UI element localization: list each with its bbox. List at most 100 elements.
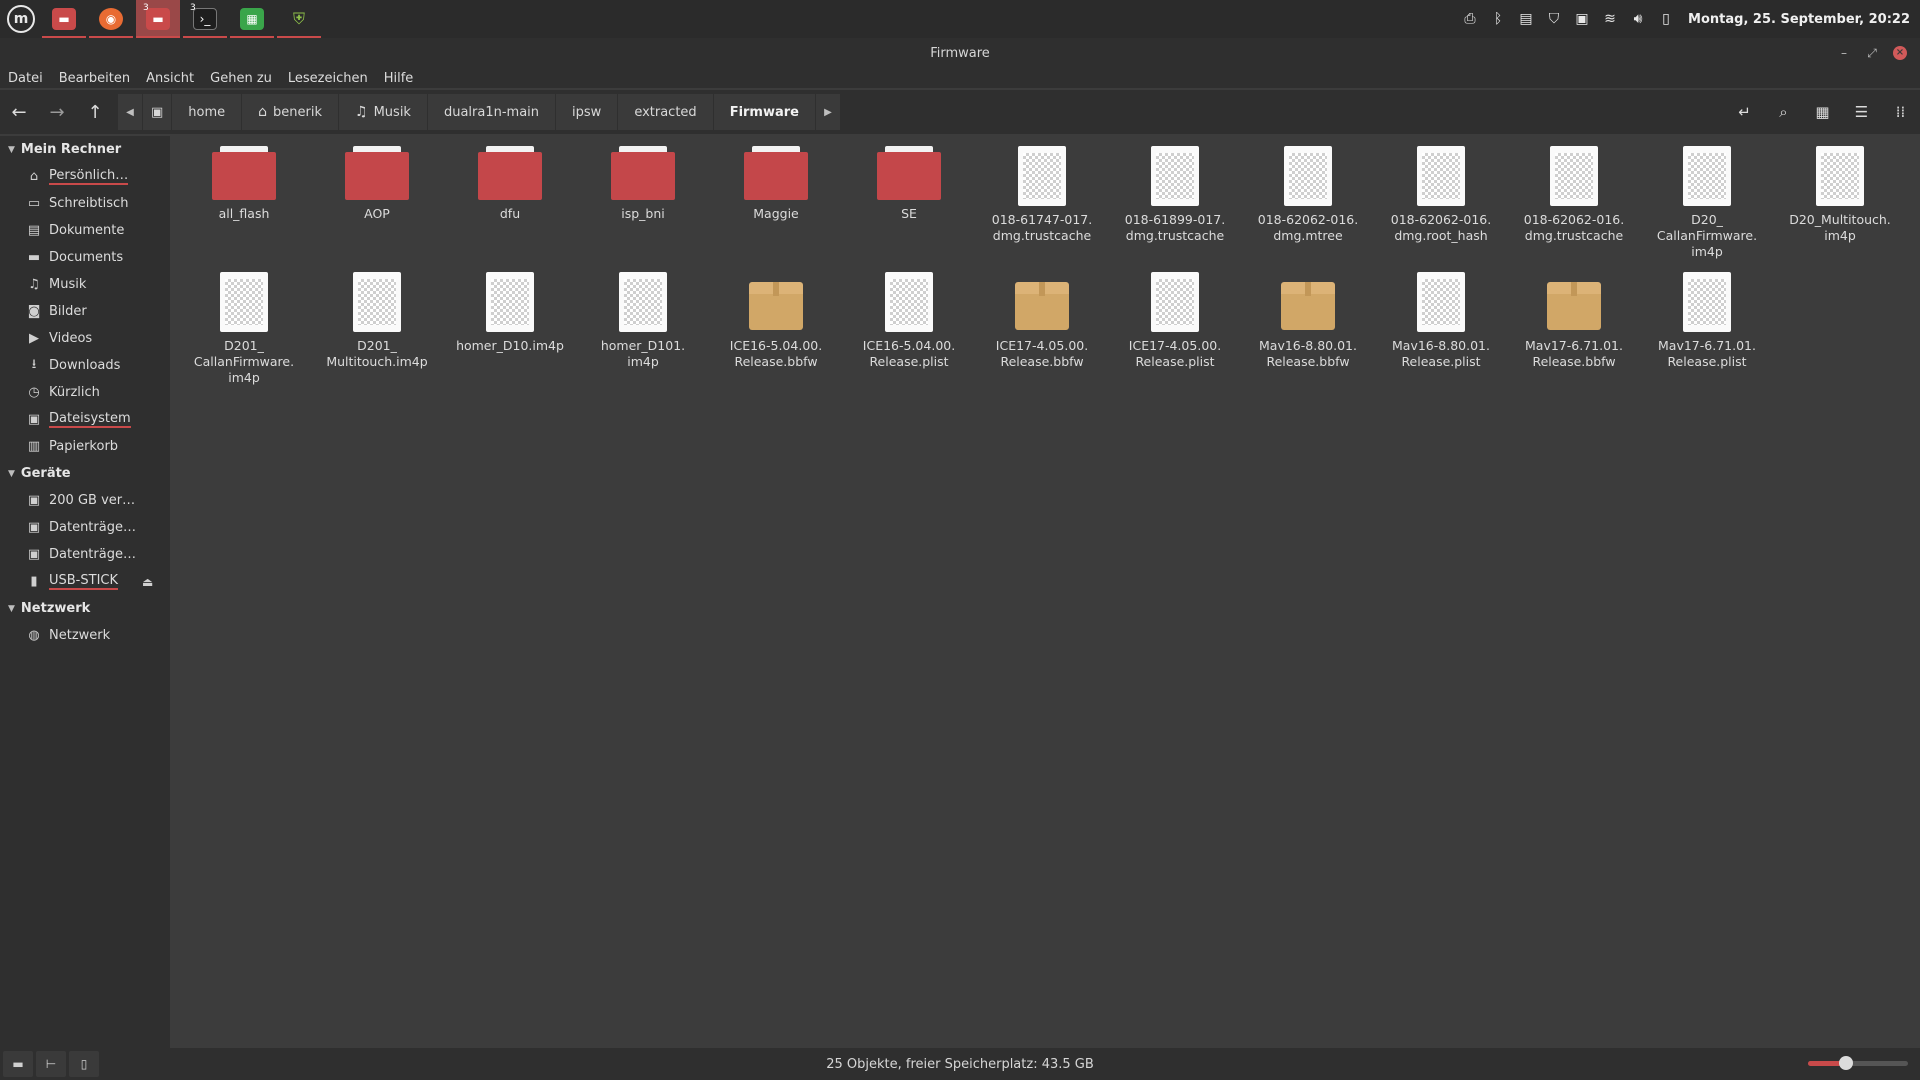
taskbar-spreadsheet[interactable]: ▦ [230, 0, 274, 38]
breadcrumb-home[interactable]: home [172, 94, 242, 130]
breadcrumb-scroll-right[interactable]: ▶ [816, 94, 840, 130]
sidebar-item[interactable]: ▶ Videos [0, 325, 170, 352]
sidebar-item[interactable]: ▣ Dateisystem [0, 406, 170, 433]
taskbar-security[interactable]: ⛨ [277, 0, 321, 38]
sidebar-item[interactable]: ▣ 200 GB ver… [0, 487, 170, 514]
back-button[interactable]: ← [0, 90, 38, 134]
show-treeview-button[interactable]: ⊢ [36, 1051, 66, 1077]
list-view-button[interactable]: ☰ [1842, 90, 1881, 134]
bluetooth-icon[interactable]: ᛒ [1486, 8, 1510, 30]
breadcrumb-ipsw[interactable]: ipsw [556, 94, 618, 130]
file-item[interactable]: D20_Multitouch. im4p [1775, 146, 1905, 244]
collapse-icon[interactable]: ▼ [8, 604, 15, 614]
file-item[interactable]: ICE17-4.05.00. Release.bbfw [977, 272, 1107, 370]
file-item[interactable]: D201_ Multitouch.im4p [312, 272, 442, 370]
taskbar-terminal[interactable]: 3 ›_ [183, 0, 227, 38]
menu-lesezeichen[interactable]: Lesezeichen [280, 71, 376, 86]
minimize-button[interactable]: – [1830, 39, 1858, 67]
clipboard-icon[interactable]: ▤ [1514, 8, 1538, 30]
file-item[interactable]: 018-62062-016. dmg.root_hash [1376, 146, 1506, 244]
folder-item[interactable]: all_flash [179, 146, 309, 222]
file-item[interactable]: ICE16-5.04.00. Release.bbfw [711, 272, 841, 370]
icon-view-button[interactable]: ▦ [1803, 90, 1842, 134]
printer-icon[interactable]: ⎙ [1458, 8, 1482, 30]
sidebar-item[interactable]: ◍ Netzwerk [0, 622, 170, 649]
file-name: 018-62062-016. dmg.trustcache [1523, 212, 1625, 243]
sidebar-item[interactable]: ▥ Papierkorb [0, 433, 170, 460]
close-button[interactable]: × [1886, 39, 1914, 67]
clock[interactable]: Montag, 25. September, 20:22 [1688, 12, 1910, 27]
file-item[interactable]: ICE17-4.05.00. Release.plist [1110, 272, 1240, 370]
taskbar-files-active[interactable]: 3 ▬ [136, 0, 180, 38]
update-icon[interactable]: ▣ [1570, 8, 1594, 30]
breadcrumb-firmware[interactable]: Firmware [713, 94, 815, 130]
folder-item[interactable]: Maggie [711, 146, 841, 222]
taskbar-files[interactable]: ▬ [42, 0, 86, 38]
breadcrumb-dualra1n-main[interactable]: dualra1n-main [427, 94, 556, 130]
sidebar-item[interactable]: ♫ Musik [0, 271, 170, 298]
sidebar-section-header[interactable]: ▼ Geräte [0, 460, 170, 487]
file-item[interactable]: 018-61747-017. dmg.trustcache [977, 146, 1107, 244]
sidebar-item[interactable]: ▭ Schreibtisch [0, 190, 170, 217]
sidebar-section-header[interactable]: ▼ Netzwerk [0, 595, 170, 622]
zoom-slider[interactable] [1808, 1056, 1908, 1070]
show-places-button[interactable]: ▬ [3, 1051, 33, 1077]
battery-icon[interactable]: ▯ [1654, 8, 1678, 30]
file-item[interactable]: homer_D101. im4p [578, 272, 708, 370]
sidebar-item[interactable]: ◙ Bilder [0, 298, 170, 325]
sidebar-section-header[interactable]: ▼ Mein Rechner [0, 136, 170, 163]
volume-icon[interactable]: 🔊︎ [1626, 8, 1650, 30]
collapse-icon[interactable]: ▼ [8, 145, 15, 155]
breadcrumb-extracted[interactable]: extracted [618, 94, 713, 130]
menu-ansicht[interactable]: Ansicht [138, 71, 202, 86]
breadcrumb-musik[interactable]: ♫ Musik [339, 94, 427, 130]
file-view[interactable]: all_flash AOP dfu isp_bni Maggie SE 018-61747-… [171, 136, 1920, 1048]
forward-button[interactable]: → [38, 90, 76, 134]
wifi-icon[interactable]: ≋ [1598, 8, 1622, 30]
shield-icon[interactable]: ⛉ [1542, 8, 1566, 30]
window-titlebar[interactable]: Firmware – ⤢ × [0, 38, 1920, 68]
breadcrumb-benerik[interactable]: ⌂ benerik [242, 94, 339, 130]
menu-gehen-zu[interactable]: Gehen zu [202, 71, 280, 86]
sidebar-item[interactable]: ▤ Dokumente [0, 217, 170, 244]
compact-view-button[interactable]: ⁞⁞ [1881, 90, 1920, 134]
mint-menu-button[interactable]: m [0, 0, 42, 38]
folder-item[interactable]: isp_bni [578, 146, 708, 222]
folder-item[interactable]: AOP [312, 146, 442, 222]
file-item[interactable]: 018-61899-017. dmg.trustcache [1110, 146, 1240, 244]
file-item[interactable]: Mav16-8.80.01. Release.plist [1376, 272, 1506, 370]
sidebar-item[interactable]: ⌂ Persönlich… [0, 163, 170, 190]
file-item[interactable]: 018-62062-016. dmg.mtree [1243, 146, 1373, 244]
folder-icon: ▬ [52, 8, 76, 30]
file-item[interactable]: D201_ CallanFirmware. im4p [179, 272, 309, 386]
maximize-button[interactable]: ⤢ [1858, 39, 1886, 67]
menu-hilfe[interactable]: Hilfe [376, 71, 422, 86]
hide-sidebar-button[interactable]: ▯ [69, 1051, 99, 1077]
search-button[interactable]: ⌕ [1764, 90, 1803, 134]
sidebar-item[interactable]: ◷ Kürzlich [0, 379, 170, 406]
sidebar-item[interactable]: ⭳ Downloads [0, 352, 170, 379]
file-item[interactable]: Mav16-8.80.01. Release.bbfw [1243, 272, 1373, 370]
file-item[interactable]: homer_D10.im4p [445, 272, 575, 354]
breadcrumb-root[interactable]: ▣ [143, 94, 172, 130]
folder-item[interactable]: dfu [445, 146, 575, 222]
taskbar-firefox[interactable]: ◉ [89, 0, 133, 38]
zoom-handle[interactable] [1839, 1056, 1853, 1070]
sidebar-item[interactable]: ▬ Documents [0, 244, 170, 271]
menu-bearbeiten[interactable]: Bearbeiten [51, 71, 138, 86]
toggle-location-button[interactable]: ↵ [1725, 90, 1764, 134]
folder-item[interactable]: SE [844, 146, 974, 222]
eject-icon[interactable]: ⏏ [142, 575, 153, 589]
file-item[interactable]: Mav17-6.71.01. Release.plist [1642, 272, 1772, 370]
up-button[interactable]: ↑ [76, 90, 114, 134]
sidebar-item[interactable]: ▣ Datenträge… [0, 541, 170, 568]
sidebar-item[interactable]: ▣ Datenträge… [0, 514, 170, 541]
collapse-icon[interactable]: ▼ [8, 469, 15, 479]
breadcrumb-scroll-left[interactable]: ◀ [118, 94, 142, 130]
file-item[interactable]: Mav17-6.71.01. Release.bbfw [1509, 272, 1639, 370]
file-item[interactable]: ICE16-5.04.00. Release.plist [844, 272, 974, 370]
file-item[interactable]: 018-62062-016. dmg.trustcache [1509, 146, 1639, 244]
menu-datei[interactable]: Datei [0, 71, 51, 86]
file-item[interactable]: D20_ CallanFirmware. im4p [1642, 146, 1772, 260]
sidebar-item[interactable]: ▮ USB-STICK ⏏ [0, 568, 170, 595]
